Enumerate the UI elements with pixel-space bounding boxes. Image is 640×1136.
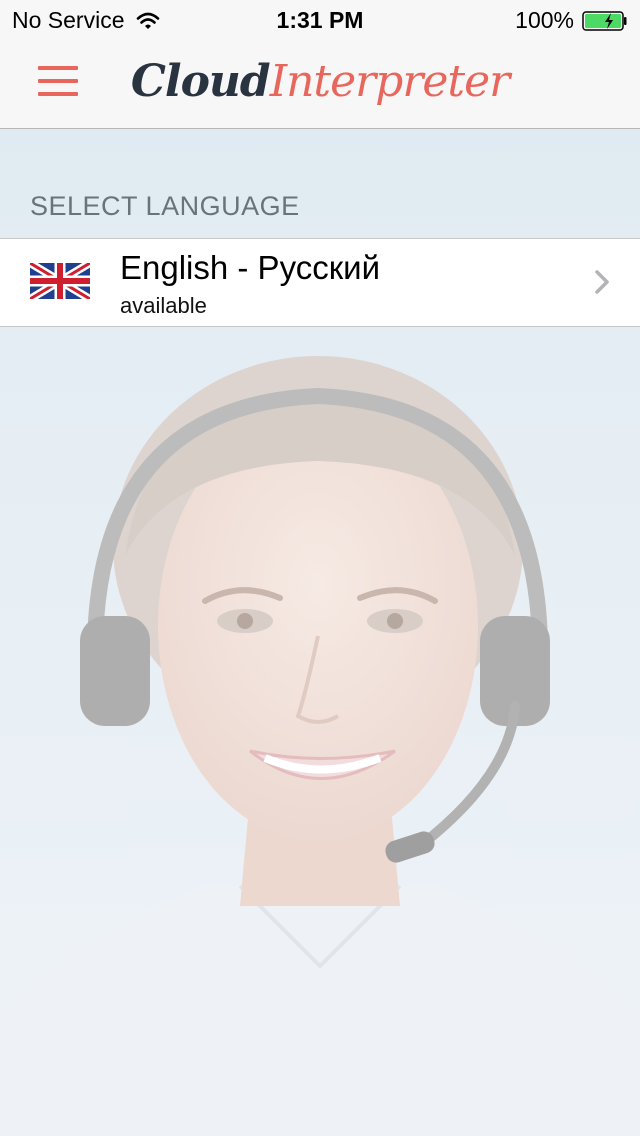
language-title: English - Русский xyxy=(120,249,381,286)
app-logo: CloudInterpreter xyxy=(0,54,640,110)
status-bar: No Service 1:31 PM 100% xyxy=(0,0,640,40)
logo-part-cloud: Cloud xyxy=(130,56,271,107)
status-right: 100% xyxy=(515,7,630,34)
operator-photo xyxy=(0,356,640,1136)
battery-percent: 100% xyxy=(515,7,574,33)
battery-icon xyxy=(582,10,627,31)
language-row-english-russian[interactable]: English - Русский available xyxy=(0,238,640,327)
chevron-right-icon xyxy=(595,270,609,294)
section-header: SELECT LANGUAGE xyxy=(30,191,300,221)
logo-part-interpreter: Interpreter xyxy=(269,56,510,107)
uk-flag-icon xyxy=(30,263,90,299)
nav-bar: CloudInterpreter xyxy=(0,40,640,129)
language-status: available xyxy=(120,293,207,318)
